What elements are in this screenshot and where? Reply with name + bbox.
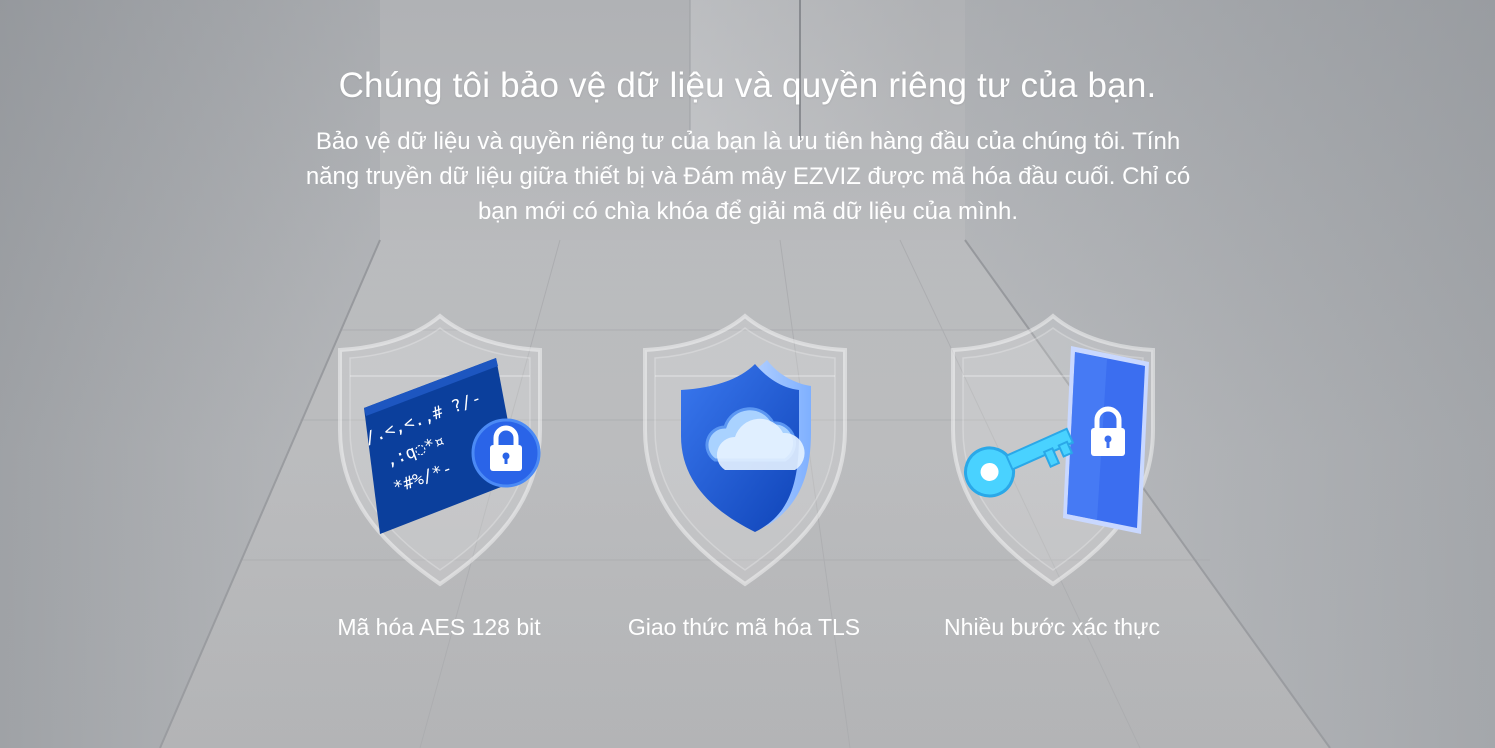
feature-aes-encryption: /.<,<.,# ?/- ,:q◌*¤ *#%/*- Mã hóa AES 12… [309, 312, 569, 652]
key-phone-lock-icon [951, 313, 1155, 587]
cloud-shield-icon [643, 313, 847, 587]
page-description: Bảo vệ dữ liệu và quyền riêng tư của bạn… [305, 128, 1191, 225]
feature-multi-factor-auth: Nhiều bước xác thực [922, 312, 1182, 652]
feature-label: Nhiều bước xác thực [944, 614, 1160, 640]
feature-label: Mã hóa AES 128 bit [337, 614, 541, 640]
feature-tls-protocol: Giao thức mã hóa TLS [614, 312, 874, 652]
feature-label: Giao thức mã hóa TLS [627, 614, 861, 640]
encrypted-code-card-icon: /.<,<.,# ?/- ,:q◌*¤ *#%/*- [338, 313, 542, 587]
page-title: Chúng tôi bảo vệ dữ liệu và quyền riêng … [338, 66, 1157, 105]
